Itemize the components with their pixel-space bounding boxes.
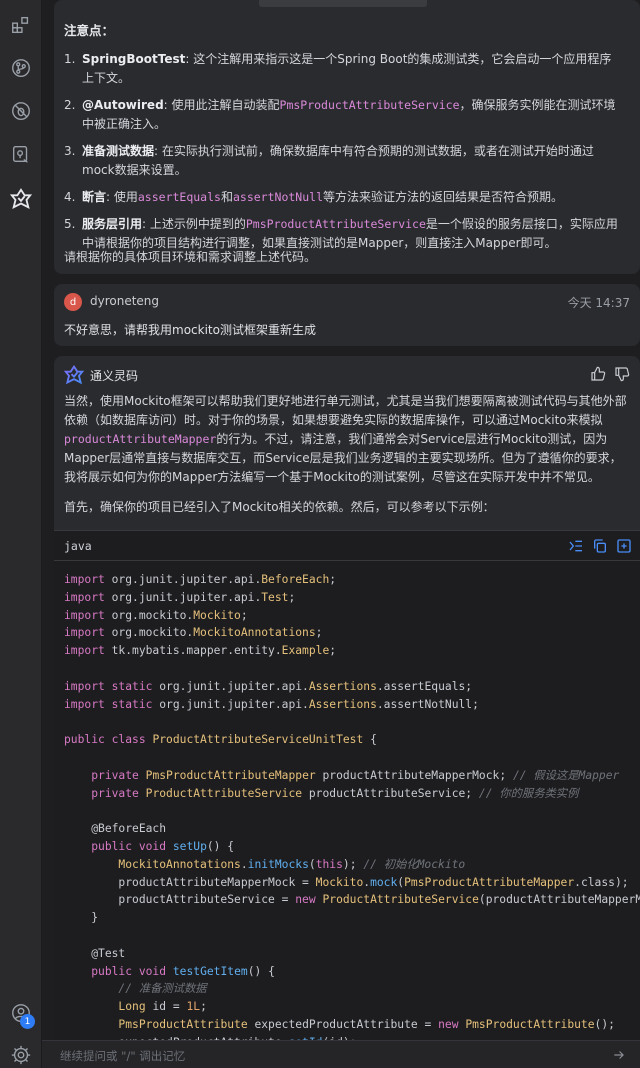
insert-code-icon[interactable] (568, 538, 584, 554)
account-badge: 1 (20, 1014, 35, 1029)
tongyi-lingma-icon[interactable] (8, 186, 34, 212)
user-message-text: 不好意思，请帮我用mockito测试框架重新生成 (64, 323, 316, 337)
avatar: d (64, 293, 82, 311)
send-arrow-icon[interactable] (612, 1048, 626, 1062)
activity-bar: 1 (0, 0, 42, 1068)
tongyi-logo-icon (64, 365, 84, 385)
ai-paragraph-1: 当然，使用Mockito框架可以帮助我们更好地进行单元测试，尤其是当我们想要隔离… (64, 394, 627, 484)
assistant-name: 通义灵码 (90, 369, 139, 383)
copy-icon[interactable] (592, 538, 608, 554)
notes-title: 注意点： (64, 23, 115, 38)
source-control-icon[interactable] (8, 55, 34, 81)
extensions-icon[interactable] (8, 12, 34, 38)
remote-explorer-icon[interactable] (8, 141, 34, 167)
message-time: 今天 14:37 (567, 296, 630, 310)
user-message-card: d dyroneteng 今天 14:37 不好意思，请帮我用mockito测试… (54, 284, 640, 346)
list-item: 3. 准备测试数据: 在实际执行测试前，确保数据库中有符合预期的测试数据，或者在测… (64, 144, 594, 177)
username: dyroneteng (90, 294, 160, 308)
list-item: 2. @Autowired: 使用此注解自动装配PmsProductAttribu… (64, 98, 616, 131)
code-content[interactable]: import org.junit.jupiter.api.BeforeEach;… (64, 571, 640, 1052)
previous-answer-card: 注意点： 1. SpringBootTest: 这个注解用来指示这是一个Sprin… (54, 0, 640, 274)
chat-input[interactable]: 继续提问或 "/" 调出记忆 (60, 1048, 185, 1064)
chat-panel: 注意点： 1. SpringBootTest: 这个注解用来指示这是一个Sprin… (42, 0, 640, 1068)
new-file-icon[interactable] (616, 538, 632, 554)
list-item: 1. SpringBootTest: 这个注解用来指示这是一个Spring Boo… (64, 52, 612, 85)
code-header: java (54, 531, 640, 561)
notes-list: 1. SpringBootTest: 这个注解用来指示这是一个Spring Boo… (64, 50, 620, 261)
settings-icon[interactable] (8, 1042, 34, 1068)
notes-footer: 请根据你的具体项目环境和需求调整上述代码。 (64, 250, 317, 264)
code-language: java (64, 539, 92, 553)
thumbs-up-icon[interactable] (590, 366, 606, 382)
chat-input-bar[interactable]: 继续提问或 "/" 调出记忆 (42, 1040, 640, 1068)
ai-paragraph-2: 首先，确保你的项目已经引入了Mockito相关的依赖。然后，可以参考以下示例： (64, 500, 495, 514)
code-block: java import org.junit.jupiter.api.Before… (54, 530, 640, 1068)
no-debug-icon[interactable] (8, 98, 34, 124)
thumbs-down-icon[interactable] (614, 366, 630, 382)
ai-response-card: 通义灵码 当然，使用Mockito框架可以帮助我们更好地进行单元测试，尤其是当我… (54, 356, 640, 1068)
list-item: 4. 断言: 使用assertEquals和assertNotNull等方法来验证… (64, 190, 564, 204)
scroll-indicator[interactable] (259, 0, 427, 7)
